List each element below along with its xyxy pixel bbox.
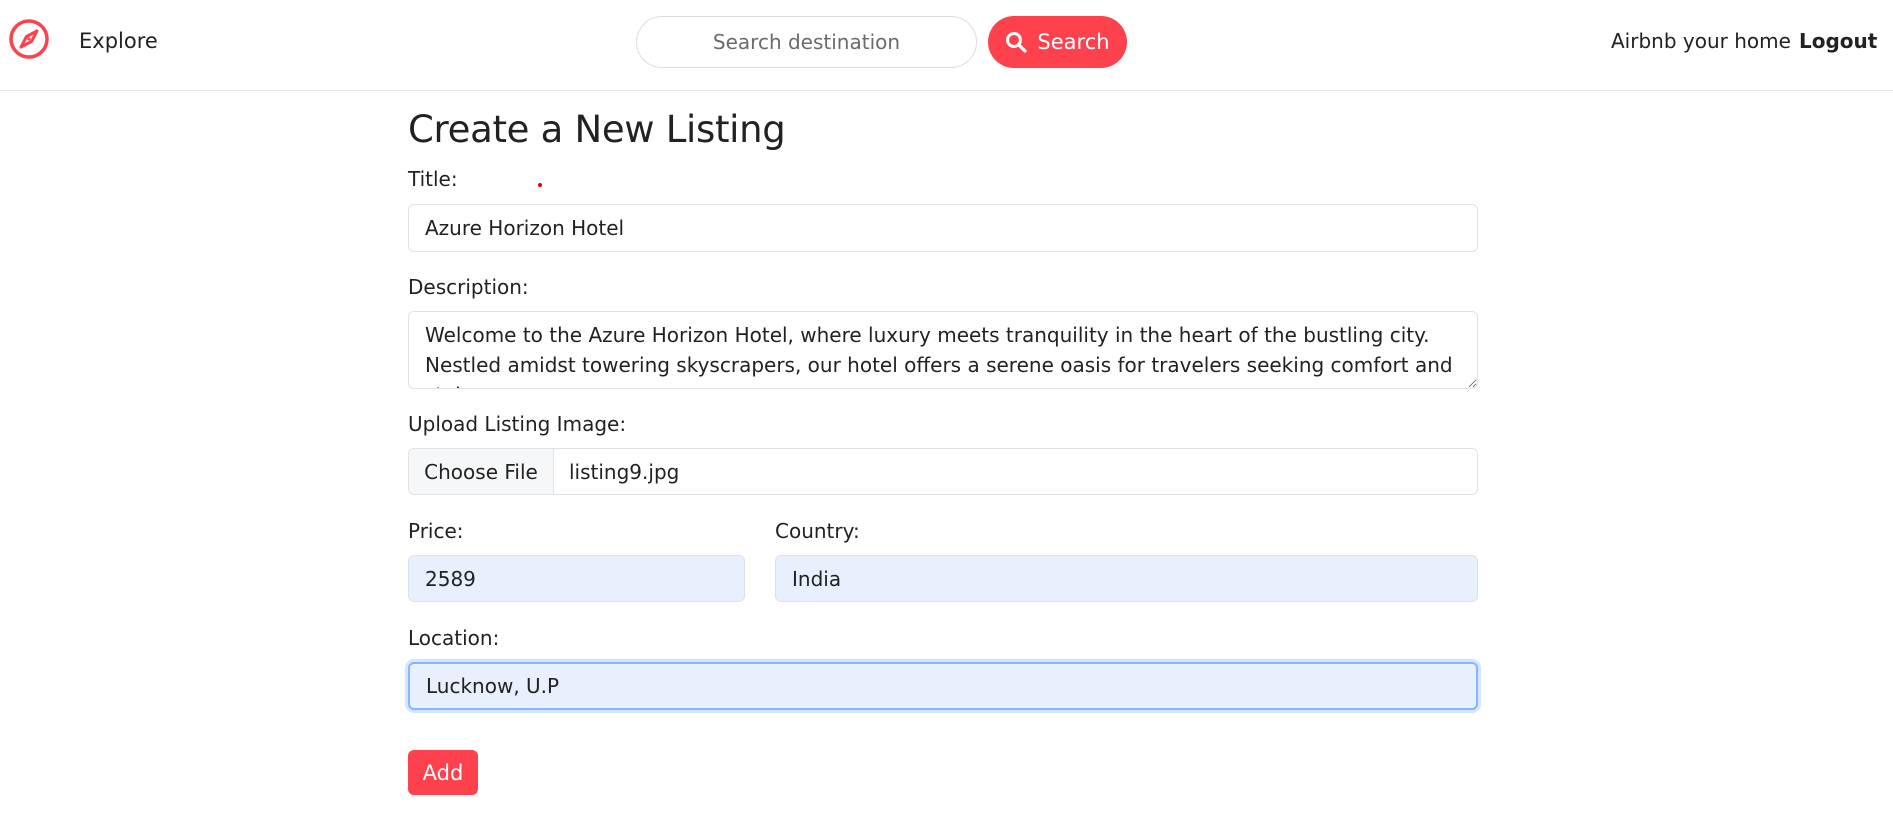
add-button[interactable]: Add (408, 750, 478, 795)
choose-file-button[interactable]: Choose File (409, 449, 554, 494)
page-title: Create a New Listing (408, 108, 786, 151)
selected-file-name: listing9.jpg (569, 459, 680, 484)
compass-icon[interactable] (8, 18, 50, 60)
description-label: Description: (408, 275, 529, 299)
price-label: Price: (408, 519, 464, 543)
location-label: Location: (408, 626, 500, 650)
price-input[interactable] (408, 555, 745, 602)
location-input[interactable] (408, 662, 1478, 710)
country-input[interactable] (775, 555, 1478, 602)
description-textarea[interactable]: Welcome to the Azure Horizon Hotel, wher… (408, 311, 1478, 389)
image-upload-label: Upload Listing Image: (408, 412, 627, 436)
nav-logout-link[interactable]: Logout (1799, 29, 1877, 53)
search-button[interactable]: Search (988, 16, 1127, 68)
nav-explore-link[interactable]: Explore (79, 29, 158, 53)
country-label: Country: (775, 519, 860, 543)
search-button-label: Search (1037, 30, 1110, 54)
red-dot-marker (538, 183, 542, 187)
title-label: Title: (408, 167, 458, 191)
search-icon (1006, 32, 1028, 53)
navbar: Explore Search Airbnb your home Logout (0, 0, 1893, 91)
image-file-input[interactable]: Choose File listing9.jpg (408, 448, 1478, 495)
title-input[interactable] (408, 204, 1478, 252)
search-input[interactable] (636, 16, 977, 68)
nav-airbnb-your-home-link[interactable]: Airbnb your home (1611, 29, 1791, 53)
